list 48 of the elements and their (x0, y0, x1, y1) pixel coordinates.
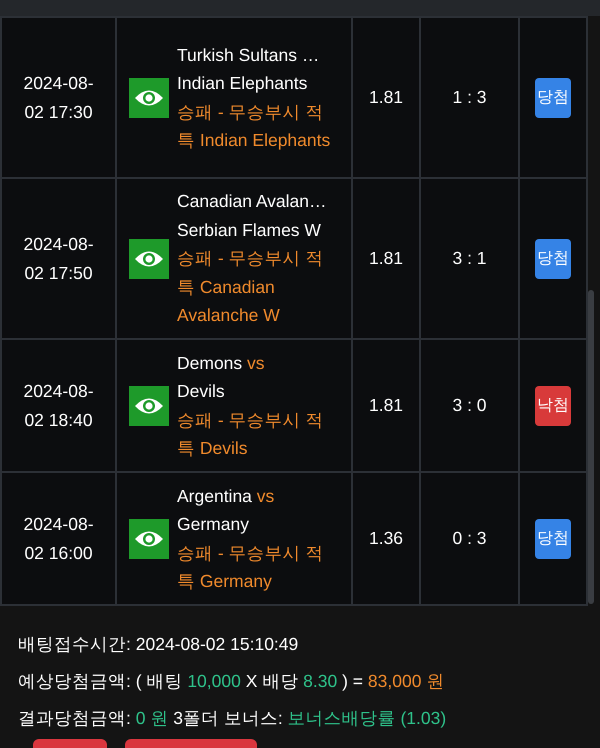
match-score: 3 : 0 (452, 395, 487, 416)
odds-value: 1.81 (368, 87, 404, 108)
bet-market: 승패 - 무승부시 적특 Canadian Avalanche W (177, 247, 324, 328)
match-score: 3 : 1 (452, 248, 487, 268)
team-names: Argentina vs (177, 484, 276, 508)
odds-value: 1.81 (368, 248, 404, 268)
bet-market: 승패 - 무승부시 적특 Indian Elephants (177, 100, 332, 152)
bet-market: 승패 - 무승부시 적특 Devils (177, 408, 324, 460)
result-badge: 당첨 (535, 518, 571, 558)
bet-market: 승패 - 무승부시 적특 Germany (177, 542, 324, 593)
paren: ) = (342, 671, 364, 691)
match-time: 2024-08-02 18:40 (23, 380, 94, 430)
match-time: 2024-08-02 16:00 (23, 514, 94, 562)
match-time: 2024-08-02 17:30 (23, 72, 94, 122)
team-name: Devils (177, 380, 226, 403)
bonus-rate: 보너스배당률 (1.03) (288, 708, 446, 728)
total-odds: 8.30 (303, 671, 338, 691)
view-button[interactable] (129, 238, 169, 278)
team-names: Turkish Sultans … (177, 44, 320, 66)
bonus-label: 3폴더 보너스: (173, 708, 283, 728)
view-button[interactable] (129, 518, 169, 558)
match-score: 0 : 3 (452, 528, 487, 548)
team-name: Serbian Flames W (177, 218, 322, 242)
match-score: 1 : 3 (452, 87, 487, 108)
result-amount: 0 원 (136, 708, 168, 728)
bet-time: 2024-08-02 15:10:49 (136, 634, 298, 654)
team-names: Canadian Avalan… (177, 190, 328, 214)
view-button[interactable] (129, 78, 169, 118)
result-badge: 당첨 (535, 78, 571, 118)
odds-value: 1.36 (368, 528, 404, 548)
match-time: 2024-08-02 17:50 (23, 234, 94, 282)
team-name: Germany (177, 513, 250, 536)
team-name: Indian Elephants (177, 72, 308, 95)
label: 배당 (262, 671, 298, 691)
team-names: Demons vs (177, 352, 266, 374)
label: 배팅 (146, 671, 182, 691)
label: 배팅접수시간: (18, 634, 131, 654)
multiply-sign: X (246, 671, 258, 691)
stake-amount: 10,000 (187, 671, 241, 691)
expected-amount: 83,000 원 (368, 671, 444, 691)
label: 결과당첨금액: (18, 708, 131, 728)
scrollbar[interactable] (588, 290, 594, 604)
paren: ( (136, 671, 142, 691)
result-badge: 낙첨 (535, 386, 571, 426)
label: 예상당첨금액: (18, 671, 131, 691)
view-button[interactable] (129, 386, 169, 426)
odds-value: 1.81 (368, 395, 404, 416)
result-badge: 당첨 (535, 238, 571, 278)
